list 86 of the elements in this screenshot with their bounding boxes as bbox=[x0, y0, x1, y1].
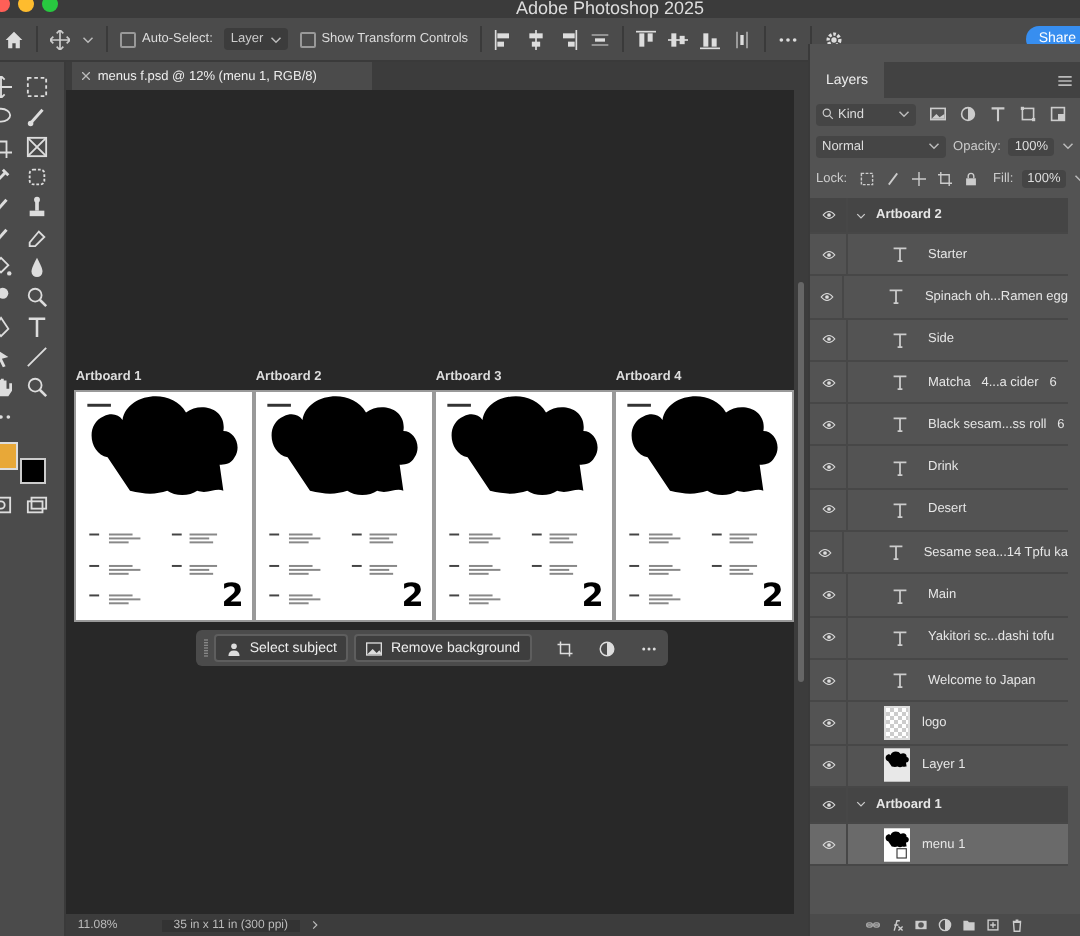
type-icon bbox=[892, 246, 908, 263]
auto-select-checkbox[interactable] bbox=[120, 31, 136, 47]
minimize-button[interactable] bbox=[18, 0, 34, 12]
patch-icon[interactable] bbox=[26, 165, 48, 187]
foreground-color-swatch[interactable] bbox=[0, 442, 18, 470]
close-icon[interactable] bbox=[81, 72, 90, 80]
blur-icon[interactable] bbox=[26, 255, 48, 277]
zoom-icon[interactable] bbox=[26, 285, 48, 307]
align-center-icon[interactable] bbox=[526, 29, 547, 49]
align-middle-icon[interactable] bbox=[668, 29, 689, 49]
person-icon bbox=[225, 641, 242, 655]
type-icon bbox=[892, 416, 908, 433]
zoom-button[interactable] bbox=[42, 0, 58, 12]
image-filter-icon[interactable] bbox=[930, 106, 946, 122]
lock-pixels-icon[interactable] bbox=[859, 171, 874, 185]
type-icon[interactable] bbox=[26, 315, 48, 337]
frame-icon[interactable] bbox=[26, 135, 48, 157]
eye-icon[interactable] bbox=[821, 210, 835, 220]
eye-icon[interactable] bbox=[821, 799, 835, 810]
logo-mark: 2 bbox=[581, 582, 604, 610]
eye-icon[interactable] bbox=[821, 249, 835, 260]
type-icon bbox=[892, 501, 908, 518]
settings-icon[interactable] bbox=[824, 29, 845, 49]
lock-icon[interactable] bbox=[963, 171, 978, 185]
layer-thumbnail bbox=[884, 705, 910, 740]
folder-icon[interactable] bbox=[962, 918, 976, 932]
eye-icon[interactable] bbox=[821, 839, 835, 849]
chevron-icon[interactable] bbox=[312, 920, 319, 930]
type-icon bbox=[892, 629, 908, 646]
eye-icon[interactable] bbox=[821, 462, 835, 473]
layer-thumbnail bbox=[884, 748, 910, 783]
type-icon bbox=[892, 331, 908, 348]
distribute-vertical-icon[interactable] bbox=[732, 29, 753, 49]
eye-icon[interactable] bbox=[821, 675, 835, 686]
eraser-icon[interactable] bbox=[26, 225, 48, 247]
image-icon bbox=[366, 641, 383, 655]
eye-icon[interactable] bbox=[821, 419, 835, 430]
trash-icon[interactable] bbox=[1010, 918, 1024, 932]
artboard-icon[interactable] bbox=[937, 171, 952, 185]
eye-icon[interactable] bbox=[821, 377, 835, 388]
type-icon bbox=[888, 288, 905, 305]
eye-icon[interactable] bbox=[821, 717, 835, 728]
shape-filter-icon[interactable] bbox=[1020, 106, 1036, 122]
type-filter-icon[interactable] bbox=[990, 106, 1006, 122]
eye-icon[interactable] bbox=[821, 760, 835, 771]
new-layer-icon[interactable] bbox=[986, 918, 1000, 932]
layer-thumbnail bbox=[884, 827, 910, 861]
type-icon bbox=[892, 374, 908, 391]
align-left-icon[interactable] bbox=[494, 29, 515, 49]
align-bottom-icon[interactable] bbox=[700, 29, 721, 49]
marquee-icon[interactable] bbox=[26, 75, 48, 97]
align-right-icon[interactable] bbox=[558, 29, 579, 49]
eye-icon[interactable] bbox=[821, 590, 835, 601]
type-icon bbox=[892, 587, 908, 604]
stamp-icon[interactable] bbox=[26, 195, 48, 217]
logo-mark: 2 bbox=[401, 582, 424, 610]
distribute-icon[interactable] bbox=[590, 29, 611, 49]
adjustment-icon[interactable] bbox=[938, 918, 952, 932]
adjustment-icon[interactable] bbox=[598, 639, 617, 657]
type-icon bbox=[887, 544, 904, 561]
eye-icon[interactable] bbox=[818, 547, 833, 558]
adjustment-filter-icon[interactable] bbox=[960, 106, 976, 122]
home-icon[interactable] bbox=[4, 29, 24, 49]
zoom-icon[interactable] bbox=[26, 375, 48, 397]
align-top-icon[interactable] bbox=[636, 29, 657, 49]
eye-icon[interactable] bbox=[821, 632, 835, 643]
search-icon bbox=[822, 108, 834, 120]
fx-icon[interactable] bbox=[890, 918, 904, 932]
link-icon[interactable] bbox=[866, 918, 880, 932]
menu-icon[interactable] bbox=[1058, 75, 1072, 85]
logo-mark: 2 bbox=[221, 582, 244, 610]
line-icon[interactable] bbox=[26, 345, 48, 367]
mask-icon[interactable] bbox=[914, 918, 928, 932]
transform-controls-checkbox[interactable] bbox=[299, 31, 316, 47]
eye-icon[interactable] bbox=[819, 291, 834, 302]
scrollbar-thumb[interactable] bbox=[798, 282, 805, 682]
smart-object-filter-icon[interactable] bbox=[1050, 106, 1066, 122]
window-title: Adobe Photoshop 2025 bbox=[515, 0, 705, 18]
type-icon bbox=[892, 459, 908, 476]
background-color-swatch[interactable] bbox=[20, 458, 46, 484]
grip-icon[interactable] bbox=[203, 636, 208, 660]
logo-mark: 2 bbox=[761, 582, 784, 610]
eye-icon[interactable] bbox=[821, 334, 835, 345]
eye-icon[interactable] bbox=[821, 504, 835, 515]
type-icon bbox=[892, 672, 908, 689]
screen-mode-icon[interactable] bbox=[26, 493, 48, 515]
